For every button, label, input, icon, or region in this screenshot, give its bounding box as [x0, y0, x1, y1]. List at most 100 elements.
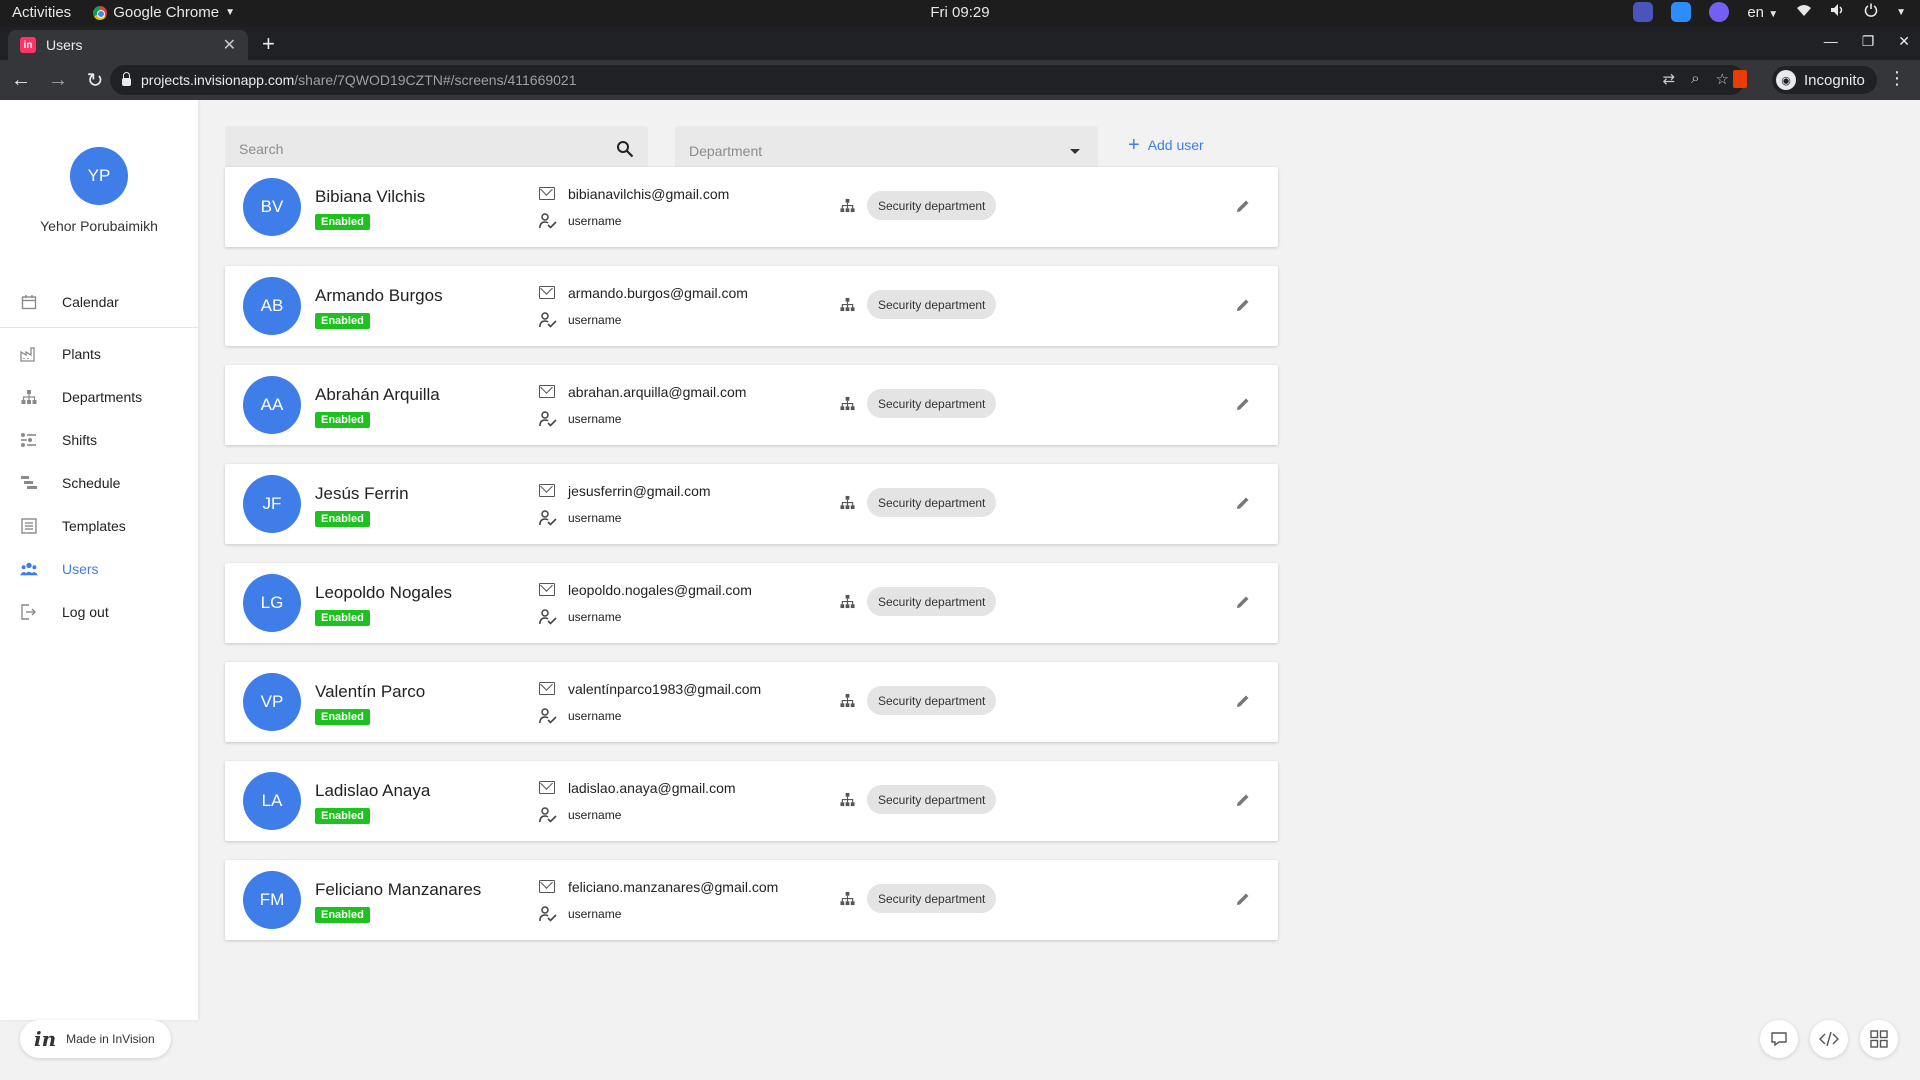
teams-icon[interactable]: [1633, 2, 1654, 22]
edit-pencil-icon[interactable]: [1235, 891, 1251, 912]
minimize-icon[interactable]: —: [1824, 33, 1838, 50]
sidebar-item-label: Templates: [62, 518, 126, 534]
volume-icon[interactable]: [1830, 3, 1846, 21]
user-check-icon: [539, 411, 557, 432]
status-badge: Enabled: [315, 709, 370, 725]
profile-button[interactable]: ◉ Incognito: [1772, 66, 1877, 94]
tab-strip: in Users ✕ + — ❐ ✕: [0, 27, 1920, 60]
user-card[interactable]: FM Feliciano Manzanares Enabled feliciano.m…: [225, 860, 1278, 940]
sidebar-item-plants[interactable]: Plants: [0, 336, 198, 372]
browser-toolbar: ← → ↻ projects.invisionapp.com/share/7QW…: [0, 60, 1920, 100]
sidebar: YP Yehor Porubaimikh Calendar Plants Dep…: [0, 100, 198, 1020]
zoom-icon[interactable]: ⌕: [1691, 70, 1699, 88]
url-host: projects.invisionapp.com: [141, 72, 295, 88]
hierarchy-icon: [840, 594, 855, 614]
forward-button[interactable]: →: [42, 69, 74, 92]
chrome-icon: [93, 5, 108, 20]
power-icon[interactable]: [1864, 3, 1878, 21]
search-icon[interactable]: [616, 140, 634, 163]
template-icon: [20, 518, 38, 534]
edit-pencil-icon[interactable]: [1235, 693, 1251, 714]
hierarchy-icon: [840, 891, 855, 911]
user-card[interactable]: LA Ladislao Anaya Enabled ladislao.anaya@gm…: [225, 761, 1278, 841]
activities-button[interactable]: Activities: [12, 4, 71, 21]
user-avatar: JF: [243, 475, 301, 533]
system-top-bar: Activities Google Chrome ▼ Fri 09:29 en …: [0, 0, 1920, 27]
new-tab-button[interactable]: +: [262, 31, 275, 57]
calendar-icon: [20, 294, 38, 310]
mail-icon: [539, 484, 555, 497]
close-tab-icon[interactable]: ✕: [223, 35, 236, 55]
user-name: Abrahán Arquilla: [315, 385, 440, 404]
caret-down-icon: ▼: [1768, 8, 1779, 20]
search-input[interactable]: [239, 141, 599, 157]
bookmark-star-icon[interactable]: ☆: [1716, 70, 1729, 88]
status-badge: Enabled: [315, 808, 370, 824]
inspect-button[interactable]: [1810, 1020, 1848, 1058]
user-name: Ladislao Anaya: [315, 781, 431, 800]
language-indicator[interactable]: en ▼: [1747, 4, 1778, 21]
sidebar-item-shifts[interactable]: Shifts: [0, 422, 198, 458]
department-chip: Security department: [867, 884, 997, 913]
department-chip: Security department: [867, 488, 997, 517]
status-badge: Enabled: [315, 511, 370, 527]
sidebar-divider: [0, 327, 198, 328]
viber-icon[interactable]: [1709, 2, 1730, 22]
comment-button[interactable]: [1760, 1020, 1798, 1058]
edit-pencil-icon[interactable]: [1235, 792, 1251, 813]
user-check-icon: [539, 510, 557, 531]
user-login: username: [568, 511, 622, 525]
edit-pencil-icon[interactable]: [1235, 594, 1251, 615]
address-bar[interactable]: projects.invisionapp.com/share/7QWOD19CZ…: [110, 65, 1745, 95]
user-email: abrahan.arquilla@gmail.com: [568, 384, 747, 400]
user-name: Leopoldo Nogales: [315, 583, 453, 602]
sidebar-item-departments[interactable]: Departments: [0, 379, 198, 415]
zoom-icon[interactable]: [1671, 2, 1692, 22]
user-name: Armando Burgos: [315, 286, 443, 305]
edit-pencil-icon[interactable]: [1235, 297, 1251, 318]
user-card[interactable]: JF Jesús Ferrin Enabled jesusferrin@gmail.c…: [225, 464, 1278, 544]
user-card[interactable]: VP Valentín Parco Enabled valentínparco1983…: [225, 662, 1278, 742]
department-placeholder: Department: [689, 143, 763, 159]
close-window-icon[interactable]: ✕: [1898, 33, 1910, 50]
caret-down-icon[interactable]: ▼: [1896, 7, 1906, 18]
edit-pencil-icon[interactable]: [1235, 198, 1251, 219]
add-user-label: Add user: [1147, 137, 1204, 153]
hierarchy-icon: [20, 389, 38, 405]
screens-button[interactable]: [1860, 1020, 1898, 1058]
tab-users[interactable]: in Users ✕: [8, 30, 248, 60]
sidebar-item-label: Schedule: [62, 475, 121, 491]
edit-pencil-icon[interactable]: [1235, 495, 1251, 516]
language-label: en: [1747, 3, 1765, 21]
sidebar-item-logout[interactable]: Log out: [0, 594, 198, 630]
office-extension-icon[interactable]: [1733, 70, 1747, 88]
department-chip: Security department: [867, 686, 997, 715]
department-chip: Security department: [867, 290, 997, 319]
reload-button[interactable]: ↻: [79, 68, 111, 93]
made-in-invision-badge[interactable]: in Made in InVision: [20, 1020, 171, 1058]
edit-pencil-icon[interactable]: [1235, 396, 1251, 417]
sidebar-item-schedule[interactable]: Schedule: [0, 465, 198, 501]
mail-icon: [539, 880, 555, 893]
wifi-icon[interactable]: [1796, 3, 1812, 21]
user-card[interactable]: BV Bibiana Vilchis Enabled bibianavilchis@g…: [225, 167, 1278, 247]
restore-icon[interactable]: ❐: [1862, 33, 1875, 50]
user-card[interactable]: AA Abrahán Arquilla Enabled abrahan.arquill…: [225, 365, 1278, 445]
caret-down-icon: ▼: [225, 7, 235, 18]
back-button[interactable]: ←: [5, 69, 37, 92]
status-badge: Enabled: [315, 313, 370, 329]
clock[interactable]: Fri 09:29: [0, 4, 1920, 21]
sidebar-item-templates[interactable]: Templates: [0, 508, 198, 544]
code-icon: [1819, 1031, 1839, 1047]
user-card[interactable]: LG Leopoldo Nogales Enabled leopoldo.nogale…: [225, 563, 1278, 643]
sidebar-item-calendar[interactable]: Calendar: [0, 284, 198, 320]
user-check-icon: [539, 312, 557, 333]
app-menu[interactable]: Google Chrome ▼: [93, 4, 235, 21]
invision-favicon-icon: in: [20, 37, 36, 53]
current-user-avatar[interactable]: YP: [70, 147, 128, 205]
user-card[interactable]: AB Armando Burgos Enabled armando.burgos@gm…: [225, 266, 1278, 346]
translate-icon[interactable]: ⇄: [1663, 70, 1676, 88]
sidebar-item-users[interactable]: Users: [0, 551, 198, 587]
browser-menu-icon[interactable]: ⋮: [1888, 68, 1906, 89]
add-user-button[interactable]: + Add user: [1128, 135, 1204, 155]
